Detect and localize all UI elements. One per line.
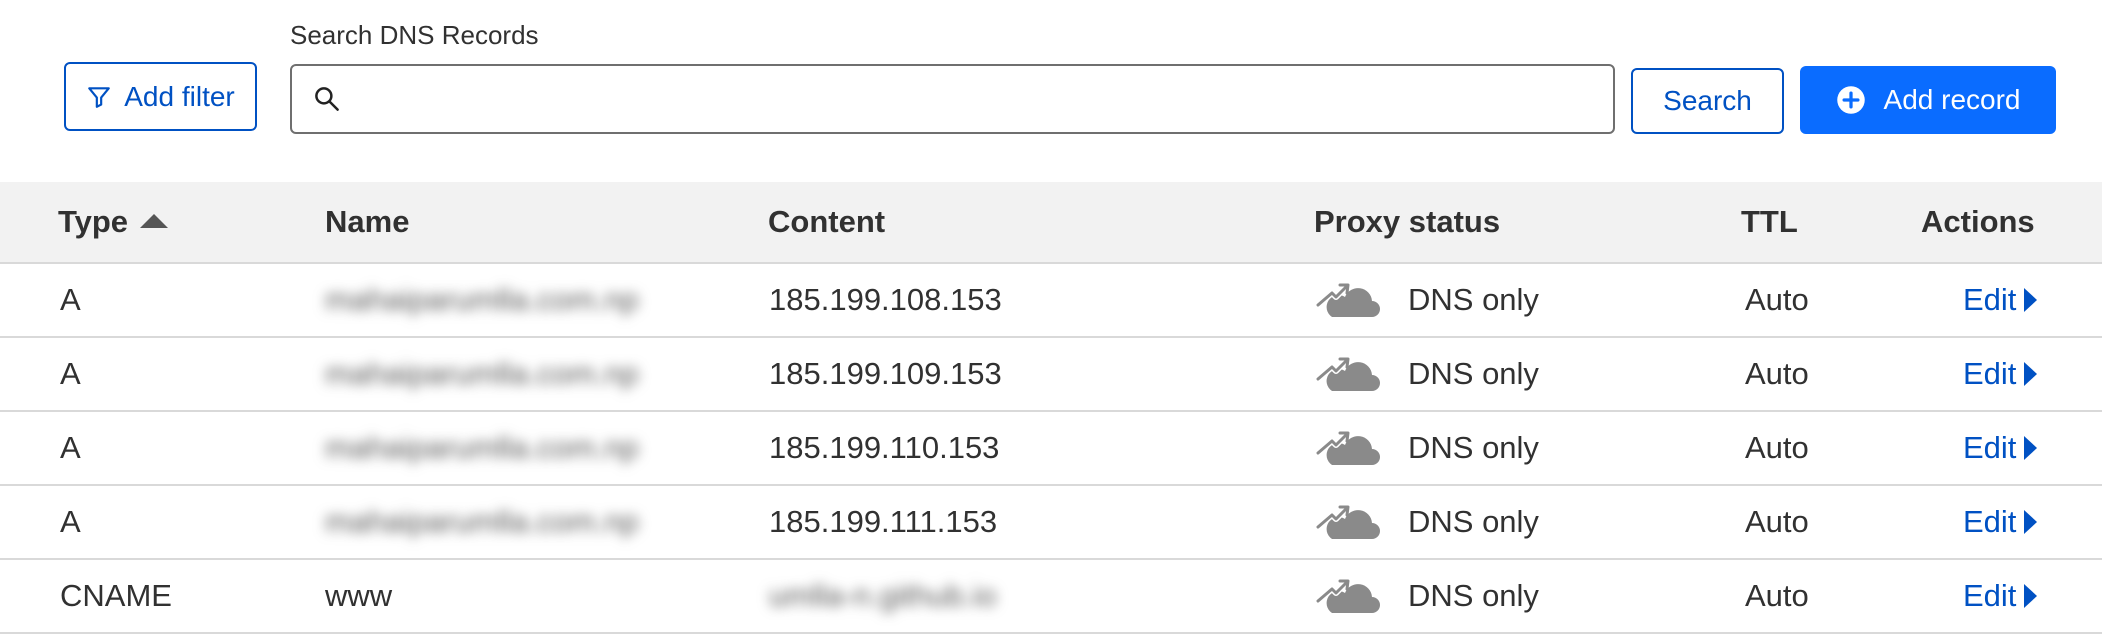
record-type: CNAME <box>60 578 172 613</box>
dns-only-cloud-icon <box>1315 283 1380 317</box>
record-content: 185.199.109.153 <box>769 356 1002 391</box>
caret-right-icon <box>2024 510 2038 534</box>
record-actions: Edit <box>1963 560 2038 632</box>
column-header-name[interactable]: Name <box>325 182 409 262</box>
record-actions: Edit <box>1963 412 2038 484</box>
column-header-content[interactable]: Content <box>768 182 885 262</box>
record-actions: Edit <box>1963 338 2038 410</box>
add-filter-label: Add filter <box>124 80 235 112</box>
record-ttl: Auto <box>1745 430 1809 465</box>
record-type: A <box>60 430 81 465</box>
search-input[interactable] <box>356 68 1613 130</box>
record-content: umlla-n.github.io <box>769 578 997 613</box>
dns-only-cloud-icon <box>1315 579 1380 613</box>
record-name: www <box>325 578 393 613</box>
add-record-label: Add record <box>1883 84 2021 115</box>
column-header-type-label: Type <box>58 204 129 239</box>
column-header-actions-label: Actions <box>1921 204 2035 239</box>
edit-label: Edit <box>1963 356 2017 391</box>
record-ttl: Auto <box>1745 578 1809 613</box>
caret-right-icon <box>2024 362 2038 386</box>
search-icon <box>315 87 339 111</box>
proxy-status: DNS only <box>1314 412 1539 484</box>
table-header: Type Name Content Proxy status TTL Actio… <box>0 182 2102 264</box>
search-button[interactable]: Search <box>1631 68 1784 134</box>
column-header-proxy-status-label: Proxy status <box>1314 204 1501 239</box>
proxy-status: DNS only <box>1314 486 1539 558</box>
table-row: Amahaiparumlla.com.np 185.199.109.153 DNS … <box>0 338 2102 412</box>
edit-record-link[interactable]: Edit <box>1963 504 2038 540</box>
caret-right-icon <box>2024 288 2038 312</box>
proxy-status: DNS only <box>1314 338 1539 410</box>
record-type: A <box>60 282 81 317</box>
record-actions: Edit <box>1963 486 2038 558</box>
table-body: Amahaiparumlla.com.np 185.199.108.153 DNS … <box>0 264 2102 634</box>
record-name: mahaiparumlla.com.np <box>325 504 639 539</box>
table-row: Amahaiparumlla.com.np 185.199.108.153 DNS … <box>0 264 2102 338</box>
proxy-status-label: DNS only <box>1408 504 1539 539</box>
filter-icon <box>88 86 111 108</box>
edit-label: Edit <box>1963 504 2017 539</box>
record-ttl: Auto <box>1745 504 1809 539</box>
record-name: mahaiparumlla.com.np <box>325 356 639 391</box>
proxy-status-label: DNS only <box>1408 430 1539 465</box>
add-record-button[interactable]: Add record <box>1800 66 2056 134</box>
table-row: CNAME www umlla-n.github.io DNS only Auto Edi… <box>0 560 2102 634</box>
proxy-status: DNS only <box>1314 560 1539 632</box>
record-type: A <box>60 356 81 391</box>
edit-label: Edit <box>1963 430 2017 465</box>
proxy-status-label: DNS only <box>1408 282 1539 317</box>
edit-label: Edit <box>1963 578 2017 613</box>
record-content: 185.199.110.153 <box>769 430 1000 465</box>
edit-record-link[interactable]: Edit <box>1963 430 2038 466</box>
dns-only-cloud-icon <box>1315 505 1380 539</box>
edit-record-link[interactable]: Edit <box>1963 282 2038 318</box>
record-content: 185.199.111.153 <box>769 504 998 539</box>
search-field[interactable] <box>290 64 1615 134</box>
sort-ascending-icon <box>140 214 169 228</box>
proxy-status-label: DNS only <box>1408 578 1539 613</box>
column-header-content-label: Content <box>768 204 886 239</box>
dns-records-table: Type Name Content Proxy status TTL Actio… <box>0 182 2102 634</box>
dns-toolbar: Add filter Search DNS Records Search Add… <box>0 0 2102 180</box>
column-header-name-label: Name <box>325 204 410 239</box>
proxy-status-label: DNS only <box>1408 356 1539 391</box>
record-ttl: Auto <box>1745 282 1809 317</box>
record-type: A <box>60 504 81 539</box>
column-header-ttl[interactable]: TTL <box>1741 182 1798 262</box>
record-actions: Edit <box>1963 264 2038 336</box>
record-name: mahaiparumlla.com.np <box>325 430 639 465</box>
dns-only-cloud-icon <box>1315 431 1380 465</box>
search-label: Search DNS Records <box>290 20 539 50</box>
column-header-actions: Actions <box>1921 182 2035 262</box>
add-filter-button[interactable]: Add filter <box>64 62 257 131</box>
table-row: Amahaiparumlla.com.np 185.199.111.153 DNS … <box>0 486 2102 560</box>
column-header-type[interactable]: Type <box>58 182 169 262</box>
caret-right-icon <box>2024 436 2038 460</box>
edit-label: Edit <box>1963 282 2017 317</box>
search-button-label: Search <box>1663 85 1752 116</box>
record-ttl: Auto <box>1745 356 1809 391</box>
column-header-proxy-status[interactable]: Proxy status <box>1314 182 1500 262</box>
dns-only-cloud-icon <box>1315 357 1380 391</box>
edit-record-link[interactable]: Edit <box>1963 356 2038 392</box>
plus-circle-icon <box>1836 86 1865 114</box>
record-content: 185.199.108.153 <box>769 282 1002 317</box>
proxy-status: DNS only <box>1314 264 1539 336</box>
caret-right-icon <box>2024 584 2038 608</box>
edit-record-link[interactable]: Edit <box>1963 578 2038 614</box>
record-name: mahaiparumlla.com.np <box>325 282 639 317</box>
column-header-ttl-label: TTL <box>1741 204 1798 239</box>
table-row: Amahaiparumlla.com.np 185.199.110.153 DNS … <box>0 412 2102 486</box>
